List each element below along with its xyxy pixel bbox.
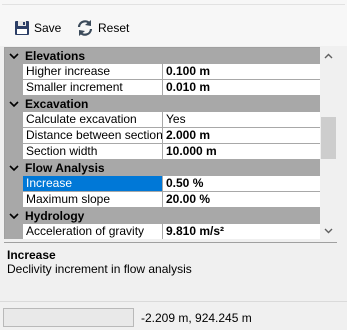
category-elevations[interactable]: Elevations — [5, 48, 337, 64]
property-value[interactable]: 2.000 m — [163, 128, 337, 144]
collapse-chevron-icon[interactable] — [5, 208, 23, 224]
property-row[interactable]: Smaller increment 0.010 m — [5, 80, 337, 96]
vertical-scrollbar[interactable] — [320, 47, 337, 239]
property-value[interactable]: 10.000 m — [163, 144, 337, 160]
property-panel-window: Save Reset Elevations Higher increase 0.… — [0, 0, 347, 330]
row-gutter — [5, 176, 23, 192]
property-value[interactable]: Yes — [163, 112, 337, 128]
category-label: Flow Analysis — [25, 161, 105, 175]
toolbar-grip — [2, 4, 345, 12]
property-value[interactable]: 20.00 % — [163, 192, 337, 208]
category-hydrology[interactable]: Hydrology — [5, 208, 337, 224]
property-name: Acceleration of gravity — [23, 224, 163, 239]
toolbar: Save Reset — [0, 0, 347, 46]
property-row-selected[interactable]: Increase 0.50 % — [5, 176, 337, 192]
status-bar: -2.209 m, 924.245 m — [0, 301, 347, 330]
property-value[interactable]: 0.100 m — [163, 64, 337, 80]
row-gutter — [5, 224, 23, 239]
property-row[interactable]: Section width 10.000 m — [5, 144, 337, 160]
category-flow-analysis[interactable]: Flow Analysis — [5, 160, 337, 176]
scroll-down-arrow-icon[interactable] — [320, 222, 337, 239]
property-row[interactable]: Acceleration of gravity 9.810 m/s² — [5, 224, 337, 239]
category-label: Hydrology — [25, 209, 85, 223]
property-row[interactable]: Higher increase 0.100 m — [5, 64, 337, 80]
collapse-chevron-icon[interactable] — [5, 48, 23, 64]
property-name: Distance between sections — [23, 128, 163, 144]
property-row[interactable]: Calculate excavation Yes — [5, 112, 337, 128]
save-button-label: Save — [34, 21, 62, 35]
status-coordinates: -2.209 m, 924.245 m — [141, 311, 252, 325]
property-name: Section width — [23, 144, 163, 160]
help-title: Increase — [7, 248, 56, 262]
property-value[interactable]: 0.010 m — [163, 80, 337, 96]
status-panel-empty — [3, 308, 134, 327]
property-name: Calculate excavation — [23, 112, 163, 128]
property-name: Maximum slope — [23, 192, 163, 208]
property-value[interactable]: 0.50 % — [163, 176, 337, 192]
property-name: Smaller increment — [23, 80, 163, 96]
row-gutter — [5, 144, 23, 160]
property-grid: Elevations Higher increase 0.100 m Small… — [4, 47, 337, 239]
category-label: Elevations — [25, 49, 86, 63]
help-description: Declivity increment in flow analysis — [7, 262, 192, 276]
reset-button-label: Reset — [98, 21, 130, 35]
row-gutter — [5, 128, 23, 144]
property-value[interactable]: 9.810 m/s² — [163, 224, 337, 239]
row-gutter — [5, 80, 23, 96]
category-label: Excavation — [25, 97, 89, 111]
property-name: Increase — [23, 176, 163, 192]
row-gutter — [5, 64, 23, 80]
scrollbar-thumb[interactable] — [321, 117, 336, 159]
refresh-icon — [76, 19, 94, 37]
property-row[interactable]: Distance between sections 2.000 m — [5, 128, 337, 144]
collapse-chevron-icon[interactable] — [5, 160, 23, 176]
property-row[interactable]: Maximum slope 20.00 % — [5, 192, 337, 208]
scroll-up-arrow-icon[interactable] — [320, 47, 337, 64]
help-panel: Increase Declivity increment in flow ana… — [4, 242, 337, 298]
row-gutter — [5, 112, 23, 128]
save-button[interactable]: Save — [14, 15, 61, 41]
collapse-chevron-icon[interactable] — [5, 96, 23, 112]
reset-button[interactable]: Reset — [76, 15, 129, 41]
row-gutter — [5, 192, 23, 208]
category-excavation[interactable]: Excavation — [5, 96, 337, 112]
floppy-disk-icon — [14, 20, 30, 36]
property-name: Higher increase — [23, 64, 163, 80]
